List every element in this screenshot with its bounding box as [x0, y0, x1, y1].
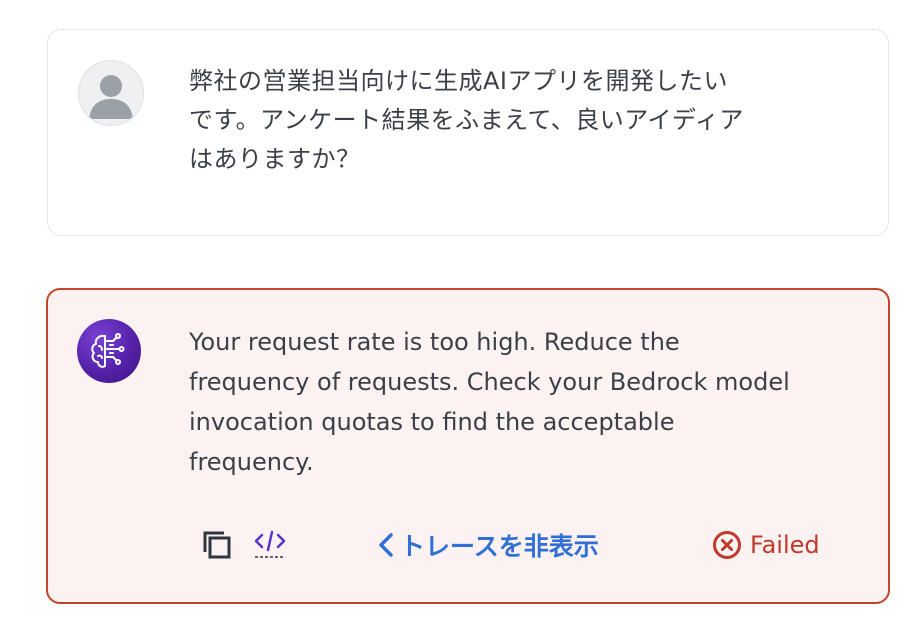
assistant-message-line: frequency of requests. Check your Bedroc…	[189, 368, 790, 396]
user-message-line: 弊社の営業担当向けに生成AIアプリを開発したい	[189, 67, 728, 95]
user-message-card: 弊社の営業担当向けに生成AIアプリを開発したい です。アンケート結果をふまえて、…	[47, 29, 889, 236]
copy-icon[interactable]	[200, 528, 234, 562]
user-message-line: はありますか？	[189, 145, 361, 173]
error-x-circle-icon	[712, 530, 742, 560]
chevron-left-icon	[376, 532, 396, 558]
user-message-line: です。アンケート結果をふまえて、良いアイディア	[189, 106, 744, 134]
assistant-message-line: Your request rate is too high. Reduce th…	[189, 328, 680, 356]
user-avatar-icon	[78, 60, 144, 126]
hide-trace-label: トレースを非表示	[400, 532, 599, 561]
brain-circuit-icon	[77, 319, 141, 383]
status-badge: Failed	[712, 528, 820, 562]
status-label: Failed	[750, 531, 820, 559]
user-message-text: 弊社の営業担当向けに生成AIアプリを開発したい です。アンケート結果をふまえて、…	[189, 62, 829, 179]
assistant-error-card: Your request rate is too high. Reduce th…	[46, 288, 890, 604]
assistant-message-line: frequency.	[189, 448, 314, 476]
hide-trace-link[interactable]: トレースを非表示	[376, 527, 599, 563]
code-icon[interactable]	[253, 526, 287, 564]
assistant-message-text: Your request rate is too high. Reduce th…	[189, 322, 849, 482]
assistant-message-line: invocation quotas to find the acceptable	[189, 408, 675, 436]
